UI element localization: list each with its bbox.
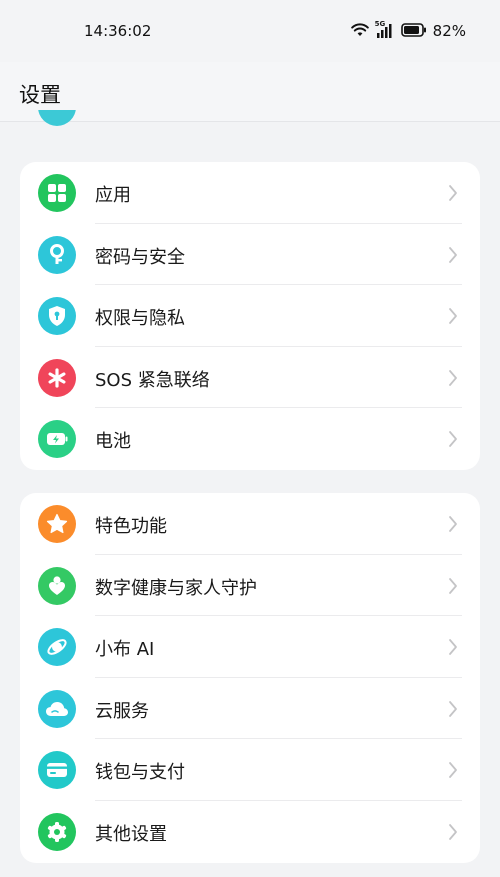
cloud-icon — [38, 689, 76, 728]
chevron-right-icon — [448, 823, 458, 845]
settings-item-other-settings[interactable]: 其他设置 — [20, 801, 480, 863]
sos-asterisk-icon — [38, 358, 76, 397]
scrolled-item-icon — [38, 110, 76, 126]
settings-item-label: 其他设置 — [95, 823, 167, 845]
settings-item-digital-wellbeing[interactable]: 数字健康与家人守护 — [20, 555, 480, 616]
settings-item-label: 钱包与支付 — [95, 762, 185, 783]
family-heart-icon — [38, 566, 76, 605]
ai-orbit-icon — [38, 628, 76, 666]
settings-item-label: 电池 — [95, 431, 131, 452]
chevron-right-icon — [448, 515, 458, 537]
status-time: 14:36:02 — [84, 22, 152, 40]
key-icon — [38, 235, 76, 274]
page-title: 设置 — [19, 83, 61, 107]
battery-icon — [38, 420, 76, 458]
settings-item-label: 应用 — [95, 185, 131, 206]
settings-item-label: 小布 AI — [95, 639, 155, 660]
settings-item-label: SOS 紧急联络 — [95, 369, 210, 391]
chevron-right-icon — [448, 430, 458, 452]
settings-group-1: 应用 密码与安全 权限与隐私 SOS 紧急联络 电池 — [20, 162, 480, 470]
gear-icon — [38, 812, 76, 851]
chevron-right-icon — [448, 307, 458, 329]
chevron-right-icon — [448, 700, 458, 722]
settings-item-wallet-payment[interactable]: 钱包与支付 — [20, 739, 480, 801]
settings-item-cloud-service[interactable]: 云服务 — [20, 678, 480, 739]
settings-item-featured[interactable]: 特色功能 — [20, 493, 480, 555]
settings-item-label: 云服务 — [95, 700, 149, 722]
battery-percentage: 82% — [432, 22, 466, 40]
settings-item-label: 数字健康与家人守护 — [95, 577, 257, 599]
chevron-right-icon — [448, 246, 458, 268]
chevron-right-icon — [448, 369, 458, 391]
chevron-right-icon — [448, 577, 458, 599]
settings-item-password-security[interactable]: 密码与安全 — [20, 224, 480, 285]
card-icon — [38, 751, 76, 789]
chevron-right-icon — [448, 638, 458, 660]
chevron-right-icon — [448, 184, 458, 206]
star-icon — [38, 505, 76, 543]
settings-item-xiaobu-ai[interactable]: 小布 AI — [20, 616, 480, 678]
battery-status-icon — [400, 22, 427, 41]
settings-group-2: 特色功能 数字健康与家人守护 小布 AI 云服务 钱包与支付 其他设置 — [20, 493, 480, 863]
privacy-shield-icon — [38, 297, 76, 335]
settings-item-battery[interactable]: 电池 — [20, 408, 480, 470]
settings-item-label: 密码与安全 — [95, 246, 185, 268]
status-icons: 5G 82% — [350, 20, 466, 41]
apps-grid-icon — [38, 174, 76, 212]
wifi-icon — [350, 22, 369, 41]
settings-item-label: 特色功能 — [95, 516, 167, 537]
settings-item-sos[interactable]: SOS 紧急联络 — [20, 347, 480, 408]
status-bar: 14:36:02 5G 82% — [0, 0, 500, 62]
settings-item-label: 权限与隐私 — [95, 308, 185, 329]
cellular-signal-icon: 5G — [375, 20, 395, 39]
settings-item-apps[interactable]: 应用 — [20, 162, 480, 224]
settings-item-permissions-privacy[interactable]: 权限与隐私 — [20, 285, 480, 347]
chevron-right-icon — [448, 761, 458, 783]
